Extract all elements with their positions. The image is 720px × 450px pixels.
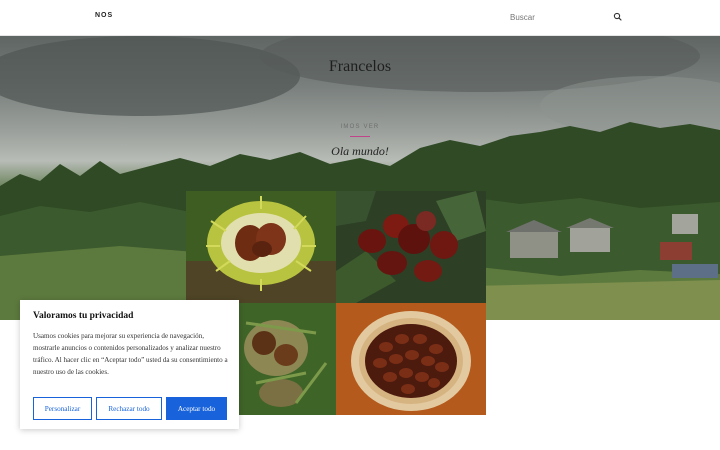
post-category: IMOS VER xyxy=(340,124,380,130)
site-title[interactable]: Francelos xyxy=(0,58,720,76)
reject-all-button[interactable]: Rechazar todo xyxy=(96,397,162,420)
post-title: Ola mundo! xyxy=(331,144,389,158)
cookie-consent-banner: Valoramos tu privacidad Usamos cookies p… xyxy=(20,300,239,429)
search-icon xyxy=(613,12,622,21)
category-divider xyxy=(350,136,370,137)
search-input[interactable] xyxy=(506,8,614,26)
gallery-image-chestnuts-leaves[interactable] xyxy=(336,191,486,303)
nav-item-nos[interactable]: NOS xyxy=(95,12,113,19)
site-header: NOS xyxy=(0,0,720,36)
gallery-image-chestnuts-basket[interactable] xyxy=(336,303,486,415)
cookie-banner-title: Valoramos tu privacidad xyxy=(33,311,134,321)
gallery-image-chestnut-burr[interactable] xyxy=(186,191,336,303)
accept-all-button[interactable]: Aceptar todo xyxy=(166,397,227,420)
search-button[interactable] xyxy=(610,9,626,25)
cookie-banner-text: Usamos cookies para mejorar su experienc… xyxy=(33,332,228,376)
customize-button[interactable]: Personalizar xyxy=(33,397,92,420)
